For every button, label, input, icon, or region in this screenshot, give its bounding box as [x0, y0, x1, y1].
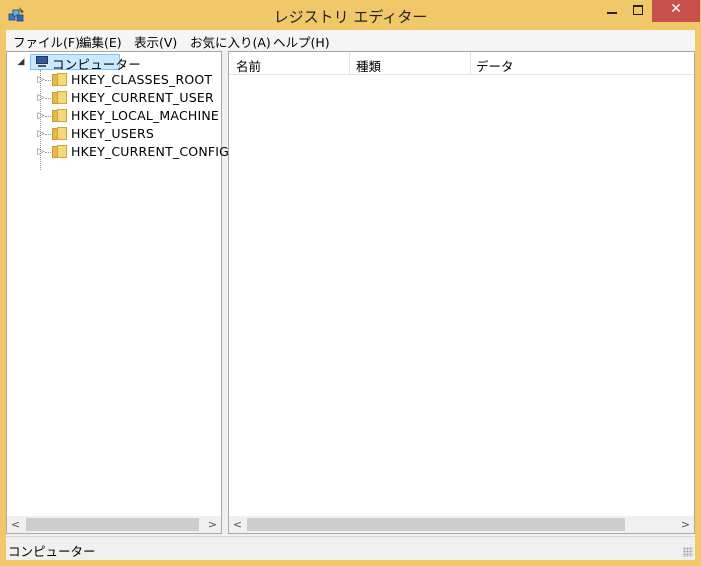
menu-file[interactable]: ファイル(F)	[13, 32, 80, 51]
minimize-button[interactable]	[598, 0, 626, 22]
tree-pane[interactable]: ◢ コンピューター ▷ HKEY_CLASSES_ROOT ▷ HKEY_CUR…	[6, 51, 229, 534]
scroll-right-arrow-icon[interactable]: >	[677, 516, 694, 533]
title-bar[interactable]: レジストリ エディター ✕	[0, 0, 701, 30]
close-icon: ✕	[670, 1, 682, 17]
maximize-button[interactable]	[626, 0, 652, 22]
folder-icon	[52, 73, 67, 86]
status-path: コンピューター	[8, 544, 96, 559]
tree-root[interactable]: ◢ コンピューター	[7, 53, 221, 72]
column-name[interactable]: 名前	[236, 56, 261, 75]
tree-item-label[interactable]: HKEY_CURRENT_USER	[71, 90, 214, 105]
resize-grip-icon[interactable]	[683, 547, 693, 557]
menu-favorites[interactable]: お気に入り(A)	[190, 32, 271, 51]
tree-item-label[interactable]: HKEY_USERS	[71, 126, 154, 141]
registry-editor-window: レジストリ エディター ✕ ファイル(F) 編集(E) 表示(V) お気に入り(…	[0, 0, 701, 566]
window-title: レジストリ エディター	[273, 8, 428, 26]
column-divider[interactable]	[470, 52, 471, 74]
column-data[interactable]: データ	[476, 56, 514, 75]
folder-icon	[52, 145, 67, 158]
tree-connector	[45, 80, 51, 81]
folder-icon	[52, 109, 67, 122]
column-divider[interactable]	[349, 52, 350, 74]
menu-view[interactable]: 表示(V)	[134, 32, 177, 51]
tree-connector	[45, 134, 51, 135]
tree-connector	[45, 152, 51, 153]
tree-item-hkey-local-machine[interactable]: ▷ HKEY_LOCAL_MACHINE	[7, 107, 221, 125]
list-header: 名前 種類 データ	[229, 52, 694, 75]
folder-icon	[52, 127, 67, 140]
tree-horizontal-scrollbar[interactable]: < >	[7, 516, 221, 533]
status-bar: コンピューター	[6, 536, 695, 560]
values-pane[interactable]: 名前 種類 データ < >	[228, 51, 695, 534]
folder-icon	[52, 91, 67, 104]
tree-item-label[interactable]: HKEY_CURRENT_CONFIG	[71, 144, 229, 159]
scroll-thumb[interactable]	[247, 518, 625, 531]
menu-bar: ファイル(F) 編集(E) 表示(V) お気に入り(A) ヘルプ(H)	[6, 30, 695, 50]
menu-help[interactable]: ヘルプ(H)	[273, 32, 330, 51]
scroll-left-arrow-icon[interactable]: <	[229, 516, 246, 533]
computer-icon	[35, 56, 49, 68]
tree-item-hkey-classes-root[interactable]: ▷ HKEY_CLASSES_ROOT	[7, 71, 221, 89]
tree-item-label[interactable]: HKEY_CLASSES_ROOT	[71, 72, 212, 87]
scroll-thumb[interactable]	[26, 518, 199, 531]
scroll-right-arrow-icon[interactable]: >	[204, 516, 221, 533]
tree-connector	[45, 116, 51, 117]
column-type[interactable]: 種類	[356, 56, 381, 75]
menu-edit[interactable]: 編集(E)	[79, 32, 122, 51]
client-area: ファイル(F) 編集(E) 表示(V) お気に入り(A) ヘルプ(H) ◢ コン…	[6, 30, 695, 560]
tree-item-label[interactable]: HKEY_LOCAL_MACHINE	[71, 108, 219, 123]
tree-item-hkey-current-user[interactable]: ▷ HKEY_CURRENT_USER	[7, 89, 221, 107]
scroll-left-arrow-icon[interactable]: <	[7, 516, 24, 533]
tree-connector	[45, 98, 51, 99]
close-button[interactable]: ✕	[652, 0, 700, 22]
collapse-icon[interactable]: ◢	[16, 56, 26, 68]
tree-item-hkey-users[interactable]: ▷ HKEY_USERS	[7, 125, 221, 143]
values-horizontal-scrollbar[interactable]: < >	[229, 516, 694, 533]
tree-item-hkey-current-config[interactable]: ▷ HKEY_CURRENT_CONFIG	[7, 143, 229, 161]
